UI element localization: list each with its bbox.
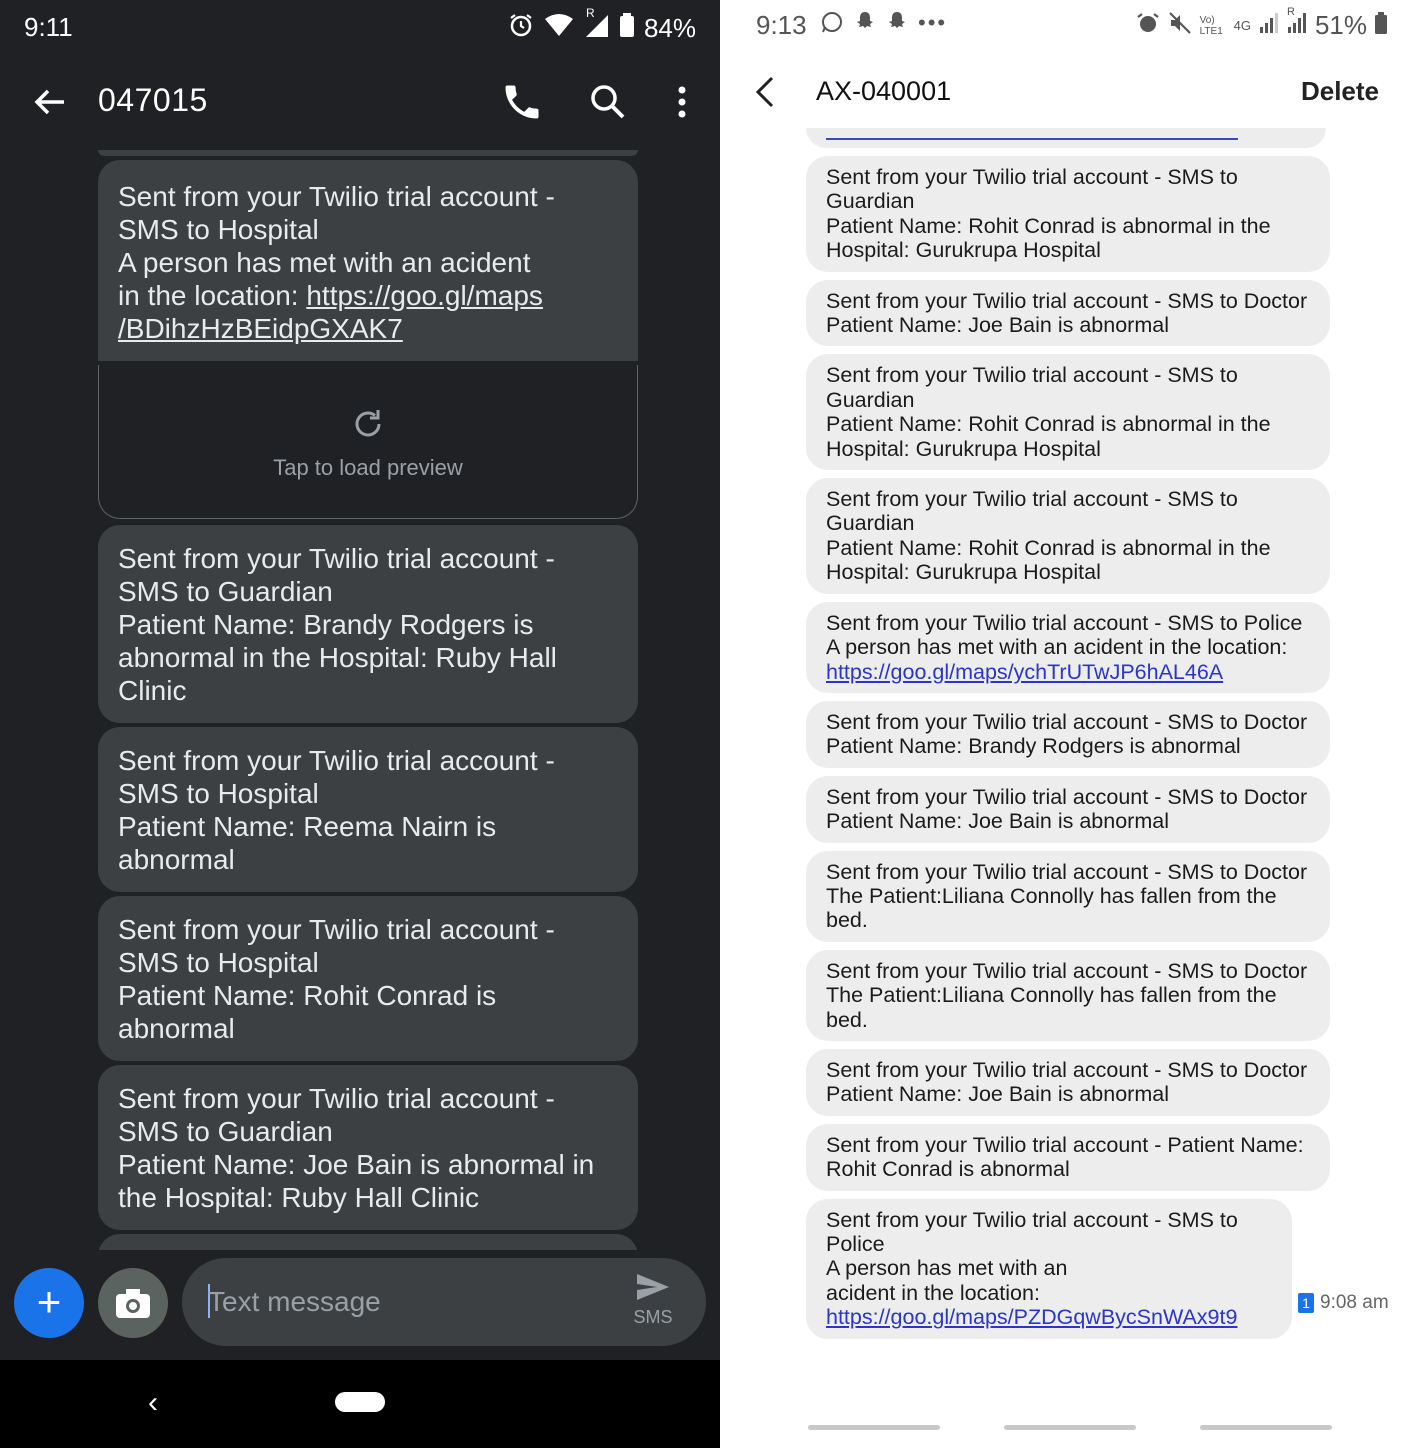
app-bar: 047015 — [0, 56, 720, 148]
message-bubble[interactable]: Sent from your Twilio trial account - SM… — [806, 601, 1330, 693]
message-meta: 1 9:08 am — [1298, 1292, 1389, 1314]
alarm-icon — [1136, 11, 1160, 41]
message-bubble[interactable]: Sent from your Twilio trial account - SM… — [98, 525, 638, 723]
conversation-title: AX-040001 — [816, 76, 952, 106]
snapchat-icon — [854, 10, 876, 40]
gesture-segment[interactable] — [1004, 1425, 1136, 1430]
message-list[interactable]: Sent from your Twilio trial account - SM… — [806, 128, 1330, 1347]
send-icon — [637, 1274, 669, 1300]
search-icon[interactable] — [586, 80, 630, 124]
message-timestamp: 9:08 am — [1320, 1292, 1389, 1313]
battery-percent: 51% — [1314, 10, 1367, 40]
composer-bar: + Text message SMS — [0, 1250, 720, 1360]
message-bubble[interactable]: Sent from your Twilio trial account - SM… — [98, 160, 638, 361]
conversation-title: 047015 — [98, 82, 208, 118]
message-bubble[interactable]: Sent from your Twilio trial account - SM… — [806, 949, 1330, 1041]
sim-badge: 1 — [1298, 1293, 1314, 1313]
status-bar: 9:13 ••• Vo) LTE1 4G R 51% — [720, 0, 1405, 52]
signal-icon: R — [584, 6, 610, 45]
mute-icon — [1168, 11, 1192, 41]
battery-percent: 84% — [643, 13, 696, 43]
reload-icon — [351, 407, 385, 441]
whatsapp-icon — [820, 10, 844, 40]
message-bubble[interactable]: Sent from your Twilio trial account - Pa… — [806, 1123, 1330, 1191]
status-time: 9:13 — [756, 10, 807, 40]
delete-button[interactable]: Delete — [1301, 76, 1379, 107]
add-attachment-button[interactable]: + — [14, 1268, 84, 1338]
message-bubble[interactable]: Sent from your Twilio trial account - SM… — [98, 896, 638, 1061]
message-bubble[interactable]: Sent from your Twilio trial account - SM… — [806, 850, 1330, 942]
right-phone-screen: 9:13 ••• Vo) LTE1 4G R 51% AX-040001 Del… — [720, 0, 1405, 1448]
status-time: 9:11 — [24, 12, 73, 42]
message-bubble[interactable]: Sent from your Twilio trial account - SM… — [806, 1198, 1292, 1339]
gesture-bar — [720, 1425, 1405, 1433]
camera-button[interactable] — [98, 1268, 168, 1338]
message-list[interactable]: Sent from your Twilio trial account - SM… — [98, 150, 638, 1304]
message-bubble[interactable]: Sent from your Twilio trial account - SM… — [806, 279, 1330, 347]
system-nav-bar: ‹ — [0, 1360, 720, 1448]
send-label: SMS — [633, 1307, 673, 1327]
text-message-input[interactable]: Text message SMS — [182, 1258, 706, 1346]
roaming-label: R — [585, 6, 595, 20]
signal-icon: R — [1287, 6, 1307, 40]
message-bubble[interactable]: Sent from your Twilio trial account - SM… — [806, 478, 1330, 594]
status-bar: 9:11 R 84% — [0, 0, 720, 56]
battery-icon — [1375, 11, 1387, 40]
alarm-icon — [508, 12, 534, 45]
message-link[interactable]: https://goo.gl/maps/PZDGqwBycSnWAx9t9 — [826, 1305, 1237, 1329]
message-bubble[interactable]: Sent from your Twilio trial account - SM… — [98, 727, 638, 892]
input-placeholder: Text message — [208, 1286, 381, 1317]
gesture-segment[interactable] — [1200, 1425, 1332, 1430]
volte-label: Vo) LTE1 — [1199, 14, 1223, 37]
back-chevron-icon[interactable] — [750, 74, 780, 110]
back-arrow-icon[interactable] — [30, 82, 70, 122]
wifi-icon — [544, 13, 574, 44]
phone-icon[interactable] — [500, 80, 544, 124]
message-text: Sent from your Twilio trial account - SM… — [826, 1207, 1238, 1305]
link-preview-card[interactable]: Tap to load preview — [98, 365, 638, 519]
message-bubble[interactable]: Sent from your Twilio trial account - SM… — [806, 354, 1330, 471]
message-bubble[interactable]: Sent from your Twilio trial account - SM… — [806, 775, 1330, 843]
roaming-label: R — [1286, 5, 1295, 18]
more-options-icon[interactable] — [660, 80, 704, 124]
send-sms-button[interactable]: SMS — [628, 1272, 678, 1332]
camera-icon — [116, 1289, 150, 1318]
snapchat-icon — [886, 10, 908, 40]
message-bubble-partial — [806, 128, 1326, 148]
nav-home-pill[interactable] — [335, 1392, 385, 1412]
nav-back-icon[interactable]: ‹ — [148, 1386, 158, 1420]
left-phone-screen: 9:11 R 84% 047015 Sent from your Twilio … — [0, 0, 720, 1448]
battery-icon — [619, 13, 634, 44]
more-notifications-icon: ••• — [918, 10, 948, 35]
message-bubble-partial — [98, 150, 638, 156]
gesture-segment[interactable] — [808, 1425, 940, 1430]
message-bubble[interactable]: Sent from your Twilio trial account - SM… — [806, 700, 1330, 768]
partial-link-underline — [826, 138, 1238, 140]
network-type-label: 4G — [1233, 18, 1251, 33]
message-bubble[interactable]: Sent from your Twilio trial account - SM… — [98, 1065, 638, 1230]
preview-label: Tap to load preview — [273, 455, 463, 480]
message-bubble[interactable]: Sent from your Twilio trial account - SM… — [806, 156, 1330, 272]
app-bar: AX-040001 Delete — [720, 56, 1405, 132]
message-text: Sent from your Twilio trial account - SM… — [826, 610, 1303, 660]
message-link[interactable]: https://goo.gl/maps/ychTrUTwJP6hAL46A — [826, 660, 1223, 684]
message-bubble[interactable]: Sent from your Twilio trial account - SM… — [806, 1048, 1330, 1116]
signal-icon — [1259, 12, 1279, 40]
